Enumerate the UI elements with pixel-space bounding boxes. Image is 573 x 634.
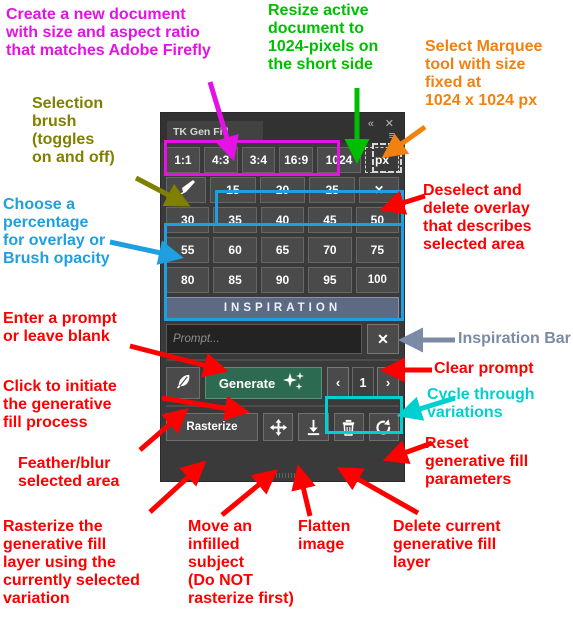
brush-and-percent-row: 15 20 25 ✕ xyxy=(166,177,400,203)
percent-25[interactable]: 25 xyxy=(309,177,356,203)
bottom-tool-row: Rasterize xyxy=(166,413,399,441)
percent-90[interactable]: 90 xyxy=(260,267,305,293)
annotation-reset: Reset generative fill parameters xyxy=(425,435,529,488)
annotation-cycle-variations: Cycle through variations xyxy=(427,386,535,421)
percent-row-55-75: 55 60 65 70 75 xyxy=(166,237,400,263)
clear-prompt-button[interactable]: ✕ xyxy=(367,324,399,354)
tk-gen-fill-panel: TK Gen Fill « ✕ ≡ 1:1 4:3 3:4 16:9 1024 … xyxy=(160,112,405,482)
annotation-enter-prompt: Enter a prompt or leave blank xyxy=(3,310,117,345)
aspect-ratio-3-4[interactable]: 3:4 xyxy=(241,147,276,173)
rasterize-button[interactable]: Rasterize xyxy=(166,413,258,441)
panel-body: 1:1 4:3 3:4 16:9 1024 px 15 20 25 ✕ 30 3… xyxy=(161,143,404,441)
marquee-px-button[interactable]: px xyxy=(365,147,399,173)
percent-60[interactable]: 60 xyxy=(213,237,257,263)
annotation-selection-brush: Selection brush (toggles on and off) xyxy=(32,95,115,166)
percent-65[interactable]: 65 xyxy=(260,237,305,263)
annotation-percentage: Choose a percentage for overlay or Brush… xyxy=(3,196,110,267)
annotation-deselect: Deselect and delete overlay that describ… xyxy=(423,182,532,253)
generate-row: Generate ‹ 1 › xyxy=(166,367,399,399)
annotation-click-generate: Click to initiate the generative fill pr… xyxy=(3,378,117,431)
feather-icon[interactable] xyxy=(166,367,200,399)
percent-20[interactable]: 20 xyxy=(259,177,306,203)
aspect-ratio-16-9[interactable]: 16:9 xyxy=(279,147,313,173)
percent-95[interactable]: 95 xyxy=(308,267,352,293)
next-variation-button[interactable]: › xyxy=(377,367,399,399)
variation-number: 1 xyxy=(352,367,374,399)
generate-label: Generate xyxy=(218,375,276,391)
deselect-button[interactable]: ✕ xyxy=(359,177,400,203)
annotation-flatten: Flatten image xyxy=(298,518,351,553)
hamburger-menu-icon[interactable]: ≡ xyxy=(389,131,395,142)
percent-15[interactable]: 15 xyxy=(210,177,256,203)
aspect-ratio-1-1[interactable]: 1:1 xyxy=(166,147,200,173)
annotation-clear-prompt: Clear prompt xyxy=(434,360,534,377)
annotation-rasterize: Rasterize the generative fill layer usin… xyxy=(3,518,140,607)
annotation-new-document: Create a new document with size and aspe… xyxy=(6,6,211,59)
inspiration-bar[interactable]: INSPIRATION xyxy=(166,297,399,319)
resize-1024-button[interactable]: 1024 xyxy=(317,147,361,173)
annotation-inspiration-bar: Inspiration Bar xyxy=(458,330,571,347)
panel-tab-title[interactable]: TK Gen Fill xyxy=(167,121,263,143)
trash-icon[interactable] xyxy=(333,413,364,441)
percent-80[interactable]: 80 xyxy=(166,267,210,293)
annotation-move: Move an infilled subject (Do NOT rasteri… xyxy=(188,518,294,607)
flatten-icon[interactable] xyxy=(298,413,329,441)
percent-70[interactable]: 70 xyxy=(308,237,352,263)
divider xyxy=(166,359,399,361)
annotation-marquee: Select Marquee tool with size fixed at 1… xyxy=(425,38,543,109)
prompt-row: Prompt... ✕ xyxy=(166,324,399,354)
collapse-icon[interactable]: « xyxy=(368,118,374,130)
percent-35[interactable]: 35 xyxy=(213,207,257,233)
percent-55[interactable]: 55 xyxy=(166,237,210,263)
percent-row-30-50: 30 35 40 45 50 xyxy=(166,207,400,233)
generate-button[interactable]: Generate xyxy=(205,367,322,399)
selection-brush-icon[interactable] xyxy=(166,177,206,203)
percent-75[interactable]: 75 xyxy=(355,237,400,263)
prompt-input[interactable]: Prompt... xyxy=(166,324,362,354)
percent-row-80-100: 80 85 90 95 100 xyxy=(166,267,400,293)
percent-85[interactable]: 85 xyxy=(213,267,257,293)
percent-40[interactable]: 40 xyxy=(260,207,305,233)
annotation-resize: Resize active document to 1024-pixels on… xyxy=(268,2,379,73)
percent-30[interactable]: 30 xyxy=(166,207,210,233)
annotation-delete-layer: Delete current generative fill layer xyxy=(393,518,501,571)
aspect-ratio-row: 1:1 4:3 3:4 16:9 1024 px xyxy=(166,147,399,173)
annotation-feather: Feather/blur selected area xyxy=(18,455,120,490)
percent-50[interactable]: 50 xyxy=(355,207,400,233)
panel-titlebar: TK Gen Fill « ✕ ≡ xyxy=(161,113,404,143)
prev-variation-button[interactable]: ‹ xyxy=(327,367,349,399)
sparkles-icon xyxy=(282,371,308,396)
percent-100[interactable]: 100 xyxy=(355,267,400,293)
move-icon[interactable] xyxy=(263,413,294,441)
aspect-ratio-4-3[interactable]: 4:3 xyxy=(203,147,238,173)
panel-resize-grip[interactable] xyxy=(269,473,296,478)
close-icon[interactable]: ✕ xyxy=(385,117,394,130)
variation-group: ‹ 1 › xyxy=(327,367,399,399)
percent-45[interactable]: 45 xyxy=(308,207,352,233)
divider-2 xyxy=(166,405,399,407)
reset-icon[interactable] xyxy=(368,413,399,441)
